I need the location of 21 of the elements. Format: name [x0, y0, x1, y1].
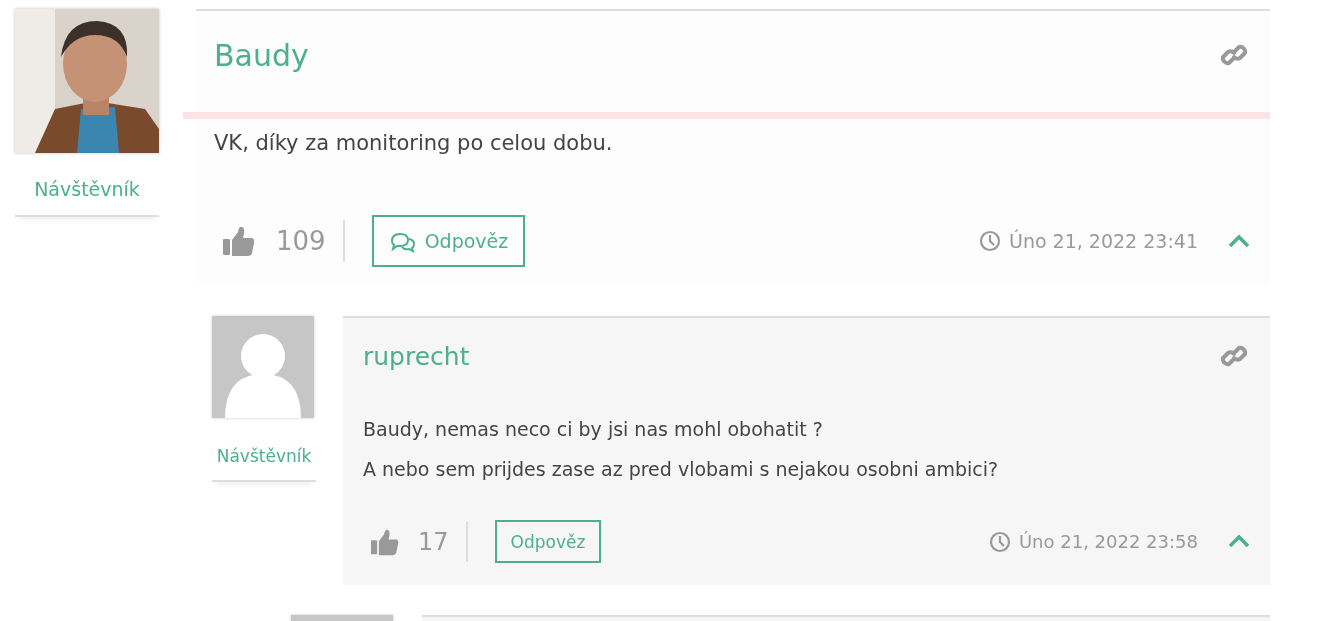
reply-button[interactable]: Odpověz — [494, 520, 602, 563]
role-label: Návštěvník — [212, 422, 316, 482]
clock-icon — [978, 230, 1001, 252]
link-icon[interactable] — [1220, 42, 1248, 68]
comment-date: Úno 21, 2022 23:58 — [1018, 531, 1198, 552]
author-name[interactable]: Baudy — [214, 37, 309, 73]
chevron-up-icon[interactable] — [1228, 233, 1250, 249]
chevron-up-icon[interactable] — [1228, 534, 1250, 549]
comment-text: Baudy, nemas neco ci by jsi nas mohl obohatit ? — [363, 417, 824, 442]
like-count: 17 — [418, 527, 449, 556]
thumbs-up-icon[interactable] — [222, 225, 256, 257]
thumbs-up-icon[interactable] — [370, 527, 400, 556]
reply-button[interactable]: Odpověz — [371, 215, 526, 267]
role-label: Návštěvník — [15, 165, 159, 217]
comment-text: A nebo sem prijdes zase az pred vlobami s nejakou osobni ambici? — [363, 457, 1000, 482]
author-name[interactable]: ruprecht — [363, 341, 470, 371]
like-count: 109 — [276, 226, 326, 256]
comment-date: Úno 21, 2022 23:41 — [1008, 230, 1198, 252]
clock-icon — [988, 530, 1011, 553]
link-icon[interactable] — [1220, 343, 1248, 369]
comment-text: VK, díky za monitoring po celou dobu. — [214, 130, 614, 157]
